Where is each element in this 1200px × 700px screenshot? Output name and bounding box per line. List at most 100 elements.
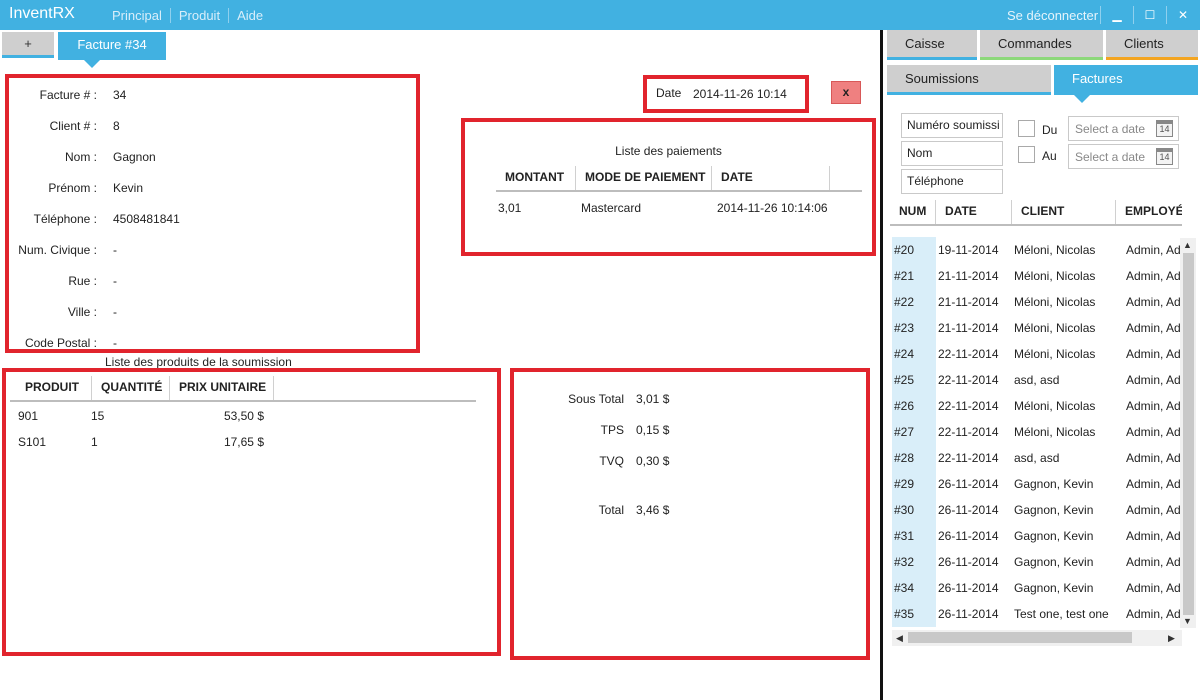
maximize-icon[interactable]: ☐ (1133, 6, 1166, 24)
column-header-num[interactable]: NUM (890, 200, 936, 224)
column-header-amount[interactable]: MONTANT (496, 166, 576, 190)
invoice-employee: Admin, Adm (1126, 269, 1180, 283)
invoice-row[interactable]: #2622-11-2014 Méloni, Nicolas Admin, Adm (892, 393, 1180, 419)
to-date-picker[interactable]: Select a date 14 (1068, 144, 1179, 169)
invoice-client: Gagnon, Kevin (1014, 581, 1094, 595)
invoice-number-search-input[interactable]: Numéro soumissi (901, 113, 1003, 138)
invoice-row[interactable]: #2926-11-2014 Gagnon, Kevin Admin, Adm (892, 471, 1180, 497)
invoice-row[interactable]: #2822-11-2014 asd, asd Admin, Adm (892, 445, 1180, 471)
scroll-left-icon[interactable]: ◀ (896, 633, 903, 644)
scroll-up-icon[interactable]: ▲ (1183, 240, 1192, 250)
product-quantity: 15 (91, 409, 105, 423)
column-header-date[interactable]: DATE (936, 200, 1012, 224)
invoice-row[interactable]: #3426-11-2014 Gagnon, Kevin Admin, Adm (892, 575, 1180, 601)
product-code: S101 (18, 435, 47, 449)
invoice-num: #21 (892, 263, 936, 289)
close-invoice-button[interactable]: x (831, 81, 861, 104)
invoice-number-value: 34 (113, 88, 127, 102)
payment-amount: 3,01 (498, 201, 522, 215)
payment-date: 2014-11-26 10:14:06 (717, 201, 828, 215)
invoice-row[interactable]: #3026-11-2014 Gagnon, Kevin Admin, Adm (892, 497, 1180, 523)
tab-soumissions[interactable]: Soumissions (887, 65, 1051, 95)
from-date-placeholder: Select a date (1075, 122, 1146, 136)
invoice-date: 22-11-2014 (938, 373, 999, 387)
tab-caisse[interactable]: Caisse (887, 30, 977, 60)
invoice-row[interactable]: #2522-11-2014 asd, asd Admin, Adm (892, 367, 1180, 393)
first-name-value: Kevin (113, 181, 144, 195)
invoice-row[interactable]: #2221-11-2014 Méloni, Nicolas Admin, Adm (892, 289, 1180, 315)
minimize-icon[interactable]: ▁ (1100, 6, 1133, 24)
invoice-client: Test one, test one (1014, 607, 1109, 621)
invoice-row[interactable]: #35 26-11-2014 Test one, test one Admin, Ad… (892, 601, 1180, 627)
products-panel: PRODUIT QUANTITÉ PRIX UNITAIRE 901 15 53… (2, 368, 501, 656)
invoice-row[interactable]: #3226-11-2014 Gagnon, Kevin Admin, Adm (892, 549, 1180, 575)
city-value: - (113, 305, 117, 319)
total-label: Total (598, 503, 624, 517)
from-date-checkbox[interactable] (1018, 120, 1035, 137)
horizontal-scroll-thumb[interactable] (908, 632, 1132, 643)
invoice-row[interactable]: #2321-11-2014 Méloni, Nicolas Admin, Adm (892, 315, 1180, 341)
tab-invoice[interactable]: Facture #34 (58, 32, 166, 60)
client-number-value: 8 (113, 119, 120, 133)
column-header-payment-mode[interactable]: MODE DE PAIEMENT (576, 166, 712, 190)
menu-item-aide[interactable]: Aide (229, 8, 271, 23)
invoice-date: 26-11-2014 (938, 555, 999, 569)
tab-factures[interactable]: Factures (1054, 65, 1198, 95)
column-header-employee[interactable]: EMPLOYÉ (1116, 200, 1182, 224)
phone-search-input[interactable]: Téléphone (901, 169, 1003, 194)
date-panel: Date 2014-11-26 10:14 (643, 75, 809, 113)
invoice-date: 26-11-2014 (938, 477, 999, 491)
scroll-down-icon[interactable]: ▼ (1183, 616, 1192, 626)
scroll-right-icon[interactable]: ▶ (1168, 633, 1175, 644)
invoice-row[interactable]: #2019-11-2014 Méloni, Nicolas Admin, Adm (892, 237, 1180, 263)
invoice-row[interactable]: #2722-11-2014 Méloni, Nicolas Admin, Adm (892, 419, 1180, 445)
civic-number-value: - (113, 243, 117, 257)
calendar-icon[interactable]: 14 (1156, 148, 1173, 165)
column-header-unit-price[interactable]: PRIX UNITAIRE (170, 376, 274, 400)
invoice-row[interactable]: #3126-11-2014 Gagnon, Kevin Admin, Adm (892, 523, 1180, 549)
invoice-date: 26-11-2014 (938, 529, 999, 543)
name-search-input[interactable]: Nom (901, 141, 1003, 166)
column-header-date[interactable]: DATE (712, 166, 830, 190)
invoice-num: #30 (892, 497, 936, 523)
tab-clients[interactable]: Clients (1106, 30, 1198, 60)
client-info-panel: Facture # : 34 Client # : 8 Nom : Gagnon… (5, 74, 420, 353)
invoice-num: #22 (892, 289, 936, 315)
close-window-icon[interactable]: ✕ (1166, 6, 1199, 24)
invoice-num: #35 (892, 601, 936, 627)
invoice-client: Méloni, Nicolas (1014, 295, 1096, 309)
column-header-product[interactable]: PRODUIT (10, 376, 92, 400)
invoice-client: Méloni, Nicolas (1014, 347, 1096, 361)
invoice-client: Gagnon, Kevin (1014, 529, 1094, 543)
invoice-num: #26 (892, 393, 936, 419)
column-header-client[interactable]: CLIENT (1012, 200, 1116, 224)
payments-grid-header: MONTANT MODE DE PAIEMENT DATE (496, 166, 862, 192)
column-header-quantity[interactable]: QUANTITÉ (92, 376, 170, 400)
from-date-picker[interactable]: Select a date 14 (1068, 116, 1179, 141)
invoice-client: Gagnon, Kevin (1014, 503, 1094, 517)
menu-item-principal[interactable]: Principal (112, 8, 171, 23)
date-label: Date (656, 86, 682, 100)
vertical-scroll-thumb[interactable] (1183, 253, 1194, 615)
invoice-row[interactable]: #2422-11-2014 Méloni, Nicolas Admin, Adm (892, 341, 1180, 367)
logout-link[interactable]: Se déconnecter (1007, 8, 1098, 23)
invoice-client: Méloni, Nicolas (1014, 425, 1096, 439)
last-name-value: Gagnon (113, 150, 156, 164)
invoice-date: 26-11-2014 (938, 607, 999, 621)
menu-item-produit[interactable]: Produit (171, 8, 230, 23)
invoice-client: asd, asd (1014, 451, 1060, 465)
invoice-date: 21-11-2014 (938, 269, 999, 283)
invoice-employee: Admin, Adm (1126, 399, 1180, 413)
products-title: Liste des produits de la soumission (105, 355, 292, 369)
date-value: 2014-11-26 10:14 (693, 87, 787, 101)
tab-commandes[interactable]: Commandes (980, 30, 1103, 60)
panel-splitter[interactable] (880, 30, 883, 700)
invoice-date: 22-11-2014 (938, 425, 999, 439)
to-date-checkbox[interactable] (1018, 146, 1035, 163)
payments-panel: Liste des paiements MONTANT MODE DE PAIE… (461, 118, 876, 256)
calendar-icon[interactable]: 14 (1156, 120, 1173, 137)
new-tab-button[interactable]: + (2, 32, 54, 58)
payment-mode: Mastercard (581, 201, 642, 215)
invoice-row[interactable]: #2121-11-2014 Méloni, Nicolas Admin, Adm (892, 263, 1180, 289)
invoice-client: Gagnon, Kevin (1014, 477, 1094, 491)
